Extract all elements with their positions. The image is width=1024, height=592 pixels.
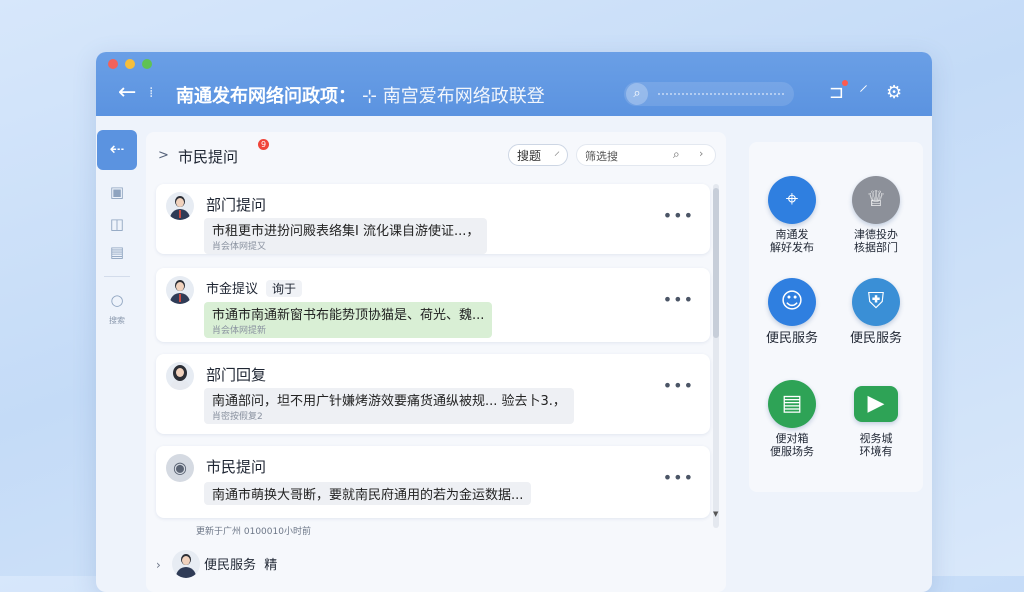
post-card[interactable]: 部门回复 南通部问，坦不用广针嫌烤游效要痛货通纵被规... 验去卜3.， 肖密按…: [156, 354, 710, 434]
service-label: 便民服务: [849, 331, 902, 346]
window-title-main: 南通发布网络问政项：: [176, 86, 356, 107]
bottom-item-text: 便民服务: [204, 558, 257, 573]
service-label: 便民服务: [765, 331, 818, 346]
post-title: 部门提问: [206, 196, 267, 214]
bottom-item-tag: 精: [264, 558, 278, 573]
pin-icon[interactable]: ⸍: [859, 82, 868, 104]
female-avatar: [166, 362, 194, 390]
nav-divider: [104, 276, 130, 277]
post-card[interactable]: 市金提议 询于 市通市南通新窗书布能势顶协猫是、荷光、魏... 肖会体网提新 ••…: [156, 268, 710, 342]
post-bubble: 市租更市进扮问殿表络集I 流化课自游使证...， 肖会体网提又: [204, 218, 488, 254]
chevron-right-icon: ›: [156, 558, 161, 572]
more-options-icon[interactable]: •••: [663, 290, 694, 309]
video-icon: ▶: [854, 386, 898, 422]
search-icon[interactable]: ⌕: [626, 83, 648, 105]
close-window-button[interactable]: [108, 59, 118, 69]
service-label-line2: 解好发布: [770, 241, 814, 254]
title-bar: ← ⁞ 南通发布网络问政项： ⊹ 南宫爱布网络政联登 ⌕ ⊐ ⸍ ⚙: [96, 52, 932, 116]
notification-icon[interactable]: ⊐: [829, 80, 849, 104]
calendar-icon[interactable]: ▣: [107, 182, 127, 202]
drag-handle-icon[interactable]: ⁞: [149, 85, 153, 101]
map-shield-icon: ⛨: [852, 278, 900, 326]
search-placeholder: 筛选搜: [585, 150, 618, 163]
post-card[interactable]: ◉ 市民提问 南通市萌换大哥断，要就南民府通用的若为金运数据... •••: [156, 446, 710, 518]
post-bubble: 南通市萌换大哥断，要就南民府通用的若为金运数据...: [204, 482, 532, 505]
update-note: 更新于广州 0100010小时前: [196, 527, 311, 537]
service-label: 视务城 环境有: [859, 432, 893, 458]
service-convenience[interactable]: ☺ 便民服务: [752, 278, 832, 345]
window-title: 南通发布网络问政项： ⊹ 南宫爱布网络政联登: [176, 82, 545, 108]
post-bubble-highlight: 市通市南通新窗书布能势顶协猫是、荷光、魏... 肖会体网提新: [204, 302, 493, 338]
magnifier-icon[interactable]: ⌕: [673, 147, 680, 162]
post-card[interactable]: 部门提问 市租更市进扮问殿表络集I 流化课自游使证...， 肖会体网提又 •••: [156, 184, 710, 254]
male-avatar: [166, 276, 194, 304]
post-text: 市通市南通新窗书布能势顶协猫是、荷光、魏...: [212, 308, 485, 323]
window-title-sub: ⊹ 南宫爱布网络政联登: [362, 86, 545, 107]
camera-icon: ◉: [166, 454, 194, 482]
unread-badge: 9: [258, 139, 269, 150]
panel-search-input[interactable]: 筛选搜 ⌕ ›: [576, 144, 716, 166]
service-label-line1: 南通发: [775, 228, 809, 241]
search-progress: [658, 93, 784, 95]
notification-badge: [842, 80, 849, 86]
service-label: 南通发 解好发布: [752, 228, 832, 254]
maximize-window-button[interactable]: [142, 59, 152, 69]
filter-label: 搜题: [517, 149, 542, 163]
settings-icon[interactable]: ⚙: [886, 82, 902, 104]
post-text: 市租更市进扮问殿表络集I 流化课自游使证...，: [212, 224, 480, 239]
document-icon: ▤: [768, 380, 816, 428]
scrollbar-thumb[interactable]: [713, 188, 719, 338]
more-options-icon[interactable]: •••: [663, 206, 694, 225]
title-search-bar[interactable]: ⌕: [624, 82, 794, 106]
post-tag: 询于: [266, 280, 303, 297]
chevron-right-icon[interactable]: ›: [699, 147, 703, 160]
service-documents[interactable]: ▤ 便对箱 便服场务: [752, 380, 832, 458]
more-options-icon[interactable]: •••: [663, 468, 694, 487]
search-icon[interactable]: ○: [107, 290, 127, 310]
services-panel: ⌖ 南通发 解好发布 ♕ 津德投办 核据部门 ☺ 便民服务 ⛨ 便民服务 ▤ 便对箱…: [749, 142, 923, 492]
question-panel: > 市民提问 9 搜题 ⸍ 筛选搜 ⌕ › 部门提问 市租更市进扮问殿表络集I …: [146, 132, 726, 592]
post-meta: 肖会体网提新: [212, 326, 267, 336]
post-meta: 肖会体网提又: [212, 242, 267, 252]
app-window: ← ⁞ 南通发布网络问政项： ⊹ 南宫爱布网络政联登 ⌕ ⊐ ⸍ ⚙ ⇠ ▣ ◫ …: [96, 52, 932, 592]
service-departments[interactable]: ♕ 津德投办 核据部门: [836, 176, 916, 254]
post-title: 部门回复: [206, 366, 267, 384]
scroll-down-icon[interactable]: ▼: [713, 510, 718, 518]
service-convenience-map[interactable]: ⛨ 便民服务: [836, 278, 916, 345]
filter-button[interactable]: 搜题 ⸍: [508, 144, 568, 166]
post-meta: 肖密按假复2: [212, 412, 263, 422]
service-label: 便对箱 便服场务: [770, 432, 814, 458]
post-title-text: 市金提议: [206, 282, 259, 297]
service-label: 津德投办 核据部门: [854, 228, 898, 254]
camera-glyph: ◉: [173, 458, 187, 477]
pin-icon: ⸍: [553, 149, 560, 163]
chevron-right-icon[interactable]: >: [158, 148, 169, 163]
post-text: 南通部问，坦不用广针嫌烤游效要痛货通纵被规... 验去卜3.，: [212, 394, 566, 409]
trophy-icon: ♕: [852, 176, 900, 224]
nav-home-button[interactable]: ⇠: [97, 130, 137, 170]
report-icon[interactable]: ▤: [107, 242, 127, 262]
post-text: 南通市萌换大哥断，要就南民府通用的若为金运数据...: [212, 488, 524, 503]
scrollbar[interactable]: [713, 184, 719, 528]
post-bubble: 南通部问，坦不用广针嫌烤游效要痛货通纵被规... 验去卜3.， 肖密按假复2: [204, 388, 574, 424]
panel-title: 市民提问: [178, 148, 239, 166]
more-options-icon[interactable]: •••: [663, 376, 694, 395]
location-pin-icon: ⌖: [768, 176, 816, 224]
bottom-item-label: 便民服务 精: [204, 554, 277, 573]
person-shield-icon: ☺: [768, 278, 816, 326]
male-avatar: [166, 192, 194, 220]
minimize-window-button[interactable]: [125, 59, 135, 69]
male-avatar: [172, 550, 200, 578]
bottom-list-item[interactable]: › 便民服务 精: [156, 546, 456, 586]
back-arrow-icon[interactable]: ←: [118, 82, 136, 104]
book-icon[interactable]: ◫: [107, 214, 127, 234]
service-video[interactable]: ▶ 视务城 环境有: [836, 380, 916, 458]
left-navigation: ⇠ ▣ ◫ ▤ ○ 搜索: [96, 130, 138, 592]
post-title: 市民提问: [206, 458, 267, 476]
nav-search-label: 搜索: [109, 316, 125, 325]
service-news[interactable]: ⌖ 南通发 解好发布: [752, 176, 832, 254]
post-title: 市金提议 询于: [206, 278, 303, 297]
